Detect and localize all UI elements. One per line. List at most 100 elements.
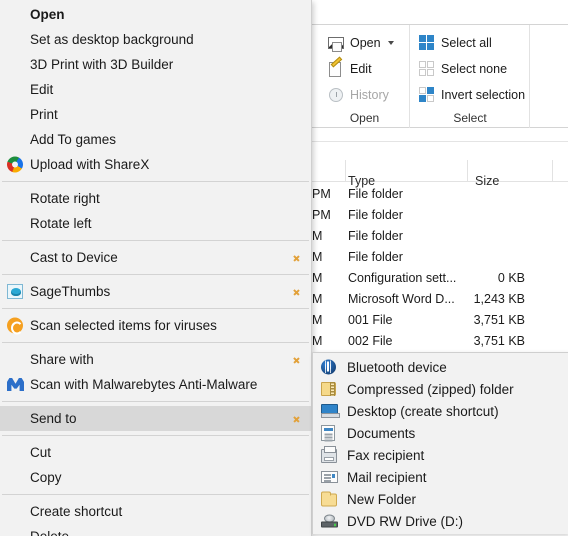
file-list-header: Type Size: [312, 160, 568, 188]
cell-date: PM: [312, 187, 331, 201]
table-row[interactable]: M Configuration sett... 0 KB: [312, 268, 568, 289]
ribbon-group-extra: [531, 25, 568, 128]
table-row[interactable]: PM File folder: [312, 205, 568, 226]
select-all-button[interactable]: Select all: [415, 30, 528, 56]
menu-item-label: Cast to Device: [30, 250, 118, 265]
column-divider-3[interactable]: [552, 160, 553, 182]
invert-selection-icon: [418, 86, 436, 104]
chevron-right-icon: [293, 413, 302, 425]
table-row[interactable]: M 001 File 3,751 KB: [312, 310, 568, 331]
ribbon-bar: Open Edit History Open Select all Select…: [312, 24, 568, 128]
cell-date: M: [312, 229, 323, 243]
column-divider-2[interactable]: [467, 160, 468, 182]
invert-selection-label: Invert selection: [441, 88, 526, 102]
ribbon-group-select-label: Select: [453, 111, 487, 125]
menu-item-edit[interactable]: Edit: [0, 77, 311, 102]
filelist-top-divider: [312, 141, 568, 142]
table-row[interactable]: M File folder: [312, 226, 568, 247]
cell-date: PM: [312, 208, 331, 222]
menu-item-delete[interactable]: Delete: [0, 524, 311, 536]
menu-item-rotate-right[interactable]: Rotate right: [0, 186, 311, 211]
menu-item-add-to-games[interactable]: Add To games: [0, 127, 311, 152]
table-row[interactable]: M File folder: [312, 247, 568, 268]
menu-item-copy[interactable]: Copy: [0, 465, 311, 490]
submenu-item-bluetooth-device[interactable]: Bluetooth device: [313, 356, 568, 378]
select-all-label: Select all: [441, 36, 492, 50]
cell-date: M: [312, 250, 323, 264]
menu-item-scan-with-malwarebytes-anti-malware[interactable]: Scan with Malwarebytes Anti-Malware: [0, 372, 311, 397]
cell-type: File folder: [348, 229, 403, 243]
menu-item-create-shortcut[interactable]: Create shortcut: [0, 499, 311, 524]
open-picture-icon: [327, 34, 345, 52]
menu-separator: [2, 494, 309, 495]
menu-item-print[interactable]: Print: [0, 102, 311, 127]
menu-item-label: Rotate left: [30, 216, 92, 231]
submenu-item-fax-recipient[interactable]: Fax recipient: [313, 444, 568, 466]
invert-selection-button[interactable]: Invert selection: [415, 82, 528, 108]
submenu-item-mail-recipient[interactable]: Mail recipient: [313, 466, 568, 488]
submenu-item-label: DVD RW Drive (D:): [347, 513, 463, 529]
send-to-submenu: Bluetooth device Compressed (zipped) fold…: [312, 352, 568, 534]
menu-item-label: Open: [30, 7, 65, 22]
table-row[interactable]: M 002 File 3,751 KB: [312, 331, 568, 352]
submenu-item-documents[interactable]: Documents: [313, 422, 568, 444]
context-menu: Open Set as desktop background 3D Print wi…: [0, 0, 312, 536]
menu-item-set-as-desktop-background[interactable]: Set as desktop background: [0, 27, 311, 52]
menu-item-label: Create shortcut: [30, 504, 123, 519]
cell-type: File folder: [348, 187, 403, 201]
cell-type: Configuration sett...: [348, 271, 457, 285]
ribbon-group-open-label: Open: [349, 111, 380, 125]
submenu-item-label: Documents: [347, 425, 416, 441]
folder-icon: [321, 490, 339, 508]
menu-item-label: Scan with Malwarebytes Anti-Malware: [30, 377, 258, 392]
cell-type: File folder: [348, 250, 403, 264]
menu-separator: [2, 274, 309, 275]
history-clock-icon: [327, 86, 345, 104]
menu-separator: [2, 401, 309, 402]
documents-icon: [321, 424, 339, 442]
submenu-item-new-folder[interactable]: New Folder: [313, 488, 568, 510]
table-row[interactable]: PM File folder: [312, 184, 568, 205]
chevron-right-icon: [293, 354, 302, 366]
edit-button[interactable]: Edit: [324, 56, 397, 82]
menu-separator: [2, 435, 309, 436]
open-button-label: Open: [350, 36, 381, 50]
chevron-right-icon: [293, 286, 302, 298]
menu-item-label: 3D Print with 3D Builder: [30, 57, 174, 72]
column-divider-1[interactable]: [345, 160, 346, 182]
menu-item-open[interactable]: Open: [0, 2, 311, 27]
menu-item-share-with[interactable]: Share with: [0, 347, 311, 372]
open-button[interactable]: Open: [324, 30, 397, 56]
cell-type: 001 File: [348, 313, 393, 327]
menu-item-rotate-left[interactable]: Rotate left: [0, 211, 311, 236]
chevron-right-icon: [293, 252, 302, 264]
chevron-down-icon[interactable]: [387, 41, 394, 45]
menu-item-label: Edit: [30, 82, 54, 97]
menu-item-label: Delete: [30, 529, 69, 536]
menu-item-label: Scan selected items for viruses: [30, 318, 217, 333]
table-row[interactable]: M Microsoft Word D... 1,243 KB: [312, 289, 568, 310]
submenu-item-desktop-create-shortcut[interactable]: Desktop (create shortcut): [313, 400, 568, 422]
sagethumbs-icon: [7, 283, 24, 300]
select-none-button[interactable]: Select none: [415, 56, 528, 82]
menu-item-label: Add To games: [30, 132, 117, 147]
desktop-monitor-icon: [321, 402, 340, 420]
submenu-item-compressed-zipped-folder[interactable]: Compressed (zipped) folder: [313, 378, 568, 400]
menu-item-label: Cut: [30, 445, 52, 460]
submenu-item-label: Mail recipient: [347, 469, 427, 485]
submenu-item-dvd-rw-drive-d[interactable]: DVD RW Drive (D:): [313, 510, 568, 532]
submenu-item-label: New Folder: [347, 491, 417, 507]
menu-item-scan-selected-items-for-viruses[interactable]: Scan selected items for viruses: [0, 313, 311, 338]
menu-item-sagethumbs[interactable]: SageThumbs: [0, 279, 311, 304]
cell-type: Microsoft Word D...: [348, 292, 455, 306]
menu-item-label: Upload with ShareX: [30, 157, 150, 172]
history-button: History: [324, 82, 397, 108]
menu-item-cut[interactable]: Cut: [0, 440, 311, 465]
submenu-item-label: Desktop (create shortcut): [347, 403, 499, 419]
menu-item-cast-to-device[interactable]: Cast to Device: [0, 245, 311, 270]
menu-item-send-to[interactable]: Send to: [0, 406, 311, 431]
menu-item-3d-print-with-3d-builder[interactable]: 3D Print with 3D Builder: [0, 52, 311, 77]
menu-item-upload-with-sharex[interactable]: Upload with ShareX: [0, 152, 311, 177]
menu-item-label: Send to: [30, 411, 77, 426]
menu-item-label: Copy: [30, 470, 62, 485]
